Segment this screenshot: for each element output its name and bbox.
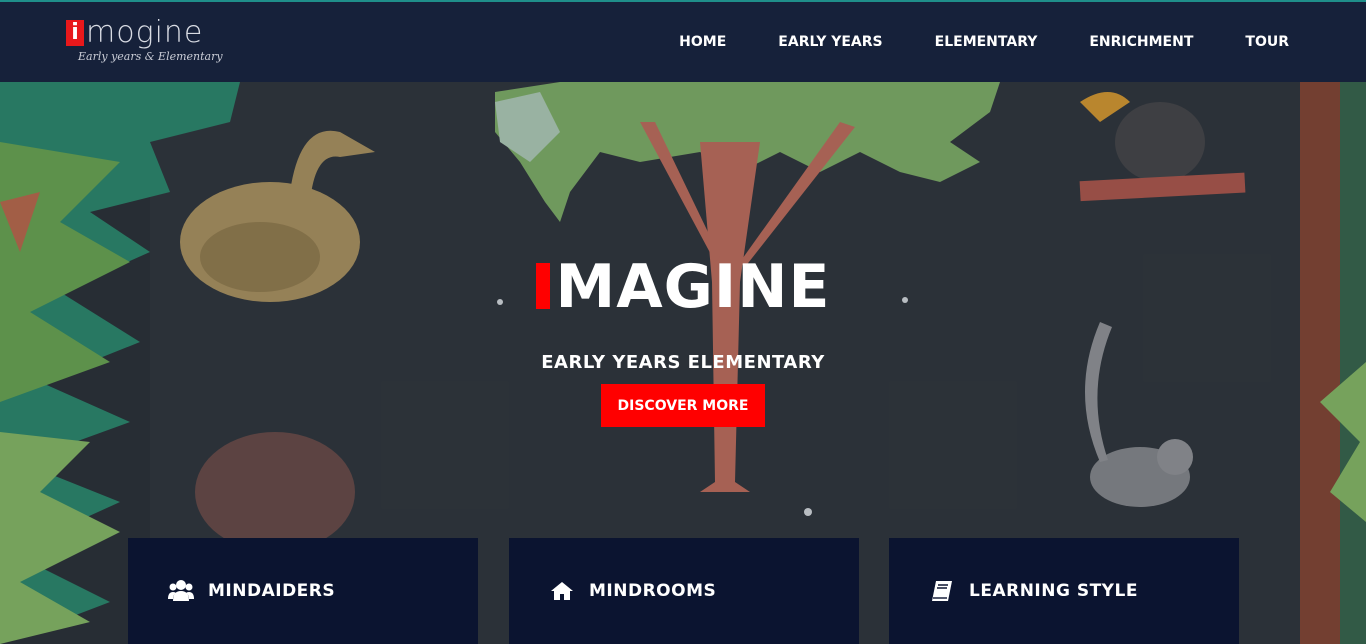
feature-label: MINDAIDERS [208,581,336,601]
site-logo[interactable]: i mogine Early years & Elementary [66,18,226,72]
feature-card-mindaiders[interactable]: MINDAIDERS [128,538,478,644]
home-icon [549,578,575,604]
nav-elementary[interactable]: ELEMENTARY [935,34,1038,50]
hero-title: MAGINE [0,252,1366,322]
logo-word: mogine [86,15,204,50]
feature-label: MINDROOMS [589,581,717,601]
logo-tagline: Early years & Elementary [78,50,223,63]
main-menu: HOME EARLY YEARS ELEMENTARY ENRICHMENT T… [627,2,1289,82]
nav-enrichment[interactable]: ENRICHMENT [1089,34,1193,50]
discover-more-button[interactable]: DISCOVER MORE [601,384,765,427]
book-icon [929,578,955,604]
feature-label: LEARNING STYLE [969,581,1138,601]
users-icon [168,578,194,604]
feature-card-mindrooms[interactable]: MINDROOMS [509,538,859,644]
hero-subtitle: EARLY YEARS ELEMENTARY [541,352,825,373]
title-accent-bar [535,263,550,309]
hero-title-text: MAGINE [555,252,831,322]
logo-mark: i mogine [66,18,226,48]
nav-home[interactable]: HOME [679,34,726,50]
nav-early-years[interactable]: EARLY YEARS [778,34,882,50]
feature-card-learning-style[interactable]: LEARNING STYLE [889,538,1239,644]
logo-letter: i [66,20,84,46]
nav-tour[interactable]: TOUR [1245,34,1289,50]
navbar: i mogine Early years & Elementary HOME E… [0,2,1366,82]
